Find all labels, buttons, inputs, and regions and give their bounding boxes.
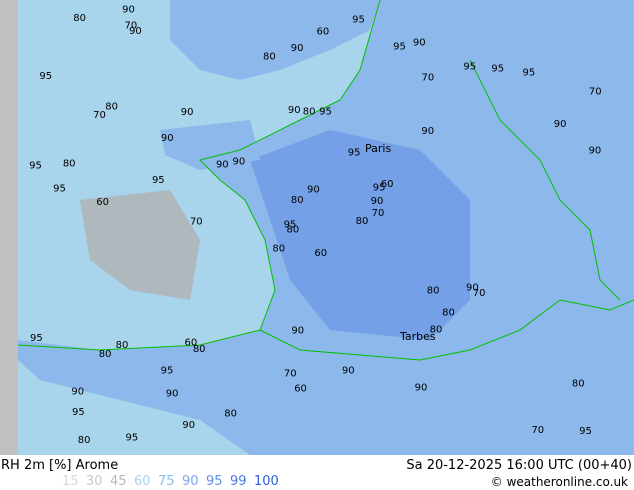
map-value-label: 95 [348, 148, 361, 159]
map-value-label: 60 [316, 27, 329, 38]
copyright-link[interactable]: © weatheronline.co.uk [491, 475, 628, 489]
map-value-label: 60 [314, 248, 327, 259]
humidity-map[interactable]: 6070809095809095708090956070809095909580… [0, 0, 634, 455]
map-value-label: 80 [99, 349, 112, 360]
map-value-label: 60 [96, 197, 109, 208]
city-label-paris: Paris [365, 142, 391, 155]
map-value-label: 95 [30, 333, 43, 344]
legend-value: 30 [86, 474, 103, 489]
legend-value: 15 [62, 474, 79, 489]
map-value-label: 70 [421, 73, 434, 84]
off-map-area [0, 0, 18, 455]
map-value-label: 95 [319, 106, 332, 117]
weather-map-view: 60 70 80 90 95 80 90 95 70 80 90 95 60 70 80 90 95 90 95 80… [0, 0, 634, 490]
legend-value: 100 [254, 474, 279, 489]
map-value-label: 70 [93, 110, 106, 121]
map-value-label: 80 [78, 435, 91, 446]
map-value-label: 90 [181, 107, 194, 118]
legend-value: 95 [206, 474, 223, 489]
map-value-label: 80 [427, 285, 440, 296]
map-value-label: 95 [523, 67, 536, 78]
map-value-label: 90 [161, 133, 174, 144]
map-value-label: 80 [356, 216, 369, 227]
map-value-label: 95 [463, 61, 476, 72]
forecast-datetime: Sa 20-12-2025 16:00 UTC (00+40) [406, 458, 632, 473]
map-value-label: 70 [531, 425, 544, 436]
map-value-label: 90 [182, 420, 195, 431]
map-value-label: 95 [126, 433, 139, 444]
legend-value: 90 [182, 474, 199, 489]
map-value-label: 95 [29, 161, 42, 172]
map-value-label: 80 [572, 378, 585, 389]
legend-value: 45 [110, 474, 127, 489]
map-footer: RH 2m [%] Arome Sa 20-12-2025 16:00 UTC … [0, 455, 634, 490]
map-value-label: 80 [291, 195, 304, 206]
map-value-label: 95 [161, 365, 174, 376]
legend-value: 60 [134, 474, 151, 489]
map-value-label: 95 [39, 71, 52, 82]
map-value-label: 70 [190, 216, 203, 227]
map-value-label: 95 [53, 183, 66, 194]
map-value-label: 90 [166, 389, 179, 400]
map-value-label: 90 [233, 156, 246, 167]
legend-value: 99 [230, 474, 247, 489]
map-value-label: 90 [421, 126, 434, 137]
map-value-label: 90 [342, 365, 355, 376]
map-value-label: 90 [307, 184, 320, 195]
map-value-label: 80 [105, 101, 118, 112]
map-value-label: 60 [185, 337, 198, 348]
color-legend: 15 30 45 60 75 90 95 99 100 [62, 474, 279, 489]
map-value-label: 95 [152, 175, 165, 186]
map-value-label: 95 [491, 63, 504, 74]
map-value-label: 90 [589, 145, 602, 156]
map-value-label: 90 [371, 196, 384, 207]
map-value-label: 80 [63, 159, 76, 170]
map-value-label: 80 [263, 51, 276, 62]
map-title: RH 2m [%] Arome [1, 458, 119, 473]
map-value-label: 90 [291, 43, 304, 54]
map-value-label: 90 [413, 37, 426, 48]
map-value-label: 70 [284, 369, 297, 380]
map-value-label: 95 [352, 14, 365, 25]
map-value-label: 80 [272, 243, 285, 254]
map-value-label: 90 [415, 382, 428, 393]
map-value-label: 90 [71, 386, 84, 397]
map-value-label: 90 [216, 160, 229, 171]
map-value-label: 95 [284, 220, 297, 231]
map-value-label: 90 [291, 325, 304, 336]
map-value-label: 95 [579, 426, 592, 437]
map-value-label: 60 [294, 383, 307, 394]
map-value-label: 95 [393, 42, 406, 53]
map-value-label: 70 [589, 86, 602, 97]
map-value-label: 60 [381, 179, 394, 190]
map-value-label: 95 [72, 407, 85, 418]
map-value-label: 80 [73, 13, 86, 24]
map-value-label: 90 [466, 283, 479, 294]
map-value-label: 80 [442, 308, 455, 319]
map-value-label: 80 [303, 107, 316, 118]
map-value-label: 70 [372, 208, 385, 219]
map-value-label: 80 [116, 340, 129, 351]
map-value-label: 90 [122, 4, 135, 15]
legend-value: 75 [158, 474, 175, 489]
map-value-label: 90 [554, 119, 567, 130]
map-value-label: 70 [125, 20, 138, 31]
map-value-label: 90 [288, 105, 301, 116]
city-label-tarbes: Tarbes [399, 330, 436, 343]
map-value-label: 80 [224, 409, 237, 420]
